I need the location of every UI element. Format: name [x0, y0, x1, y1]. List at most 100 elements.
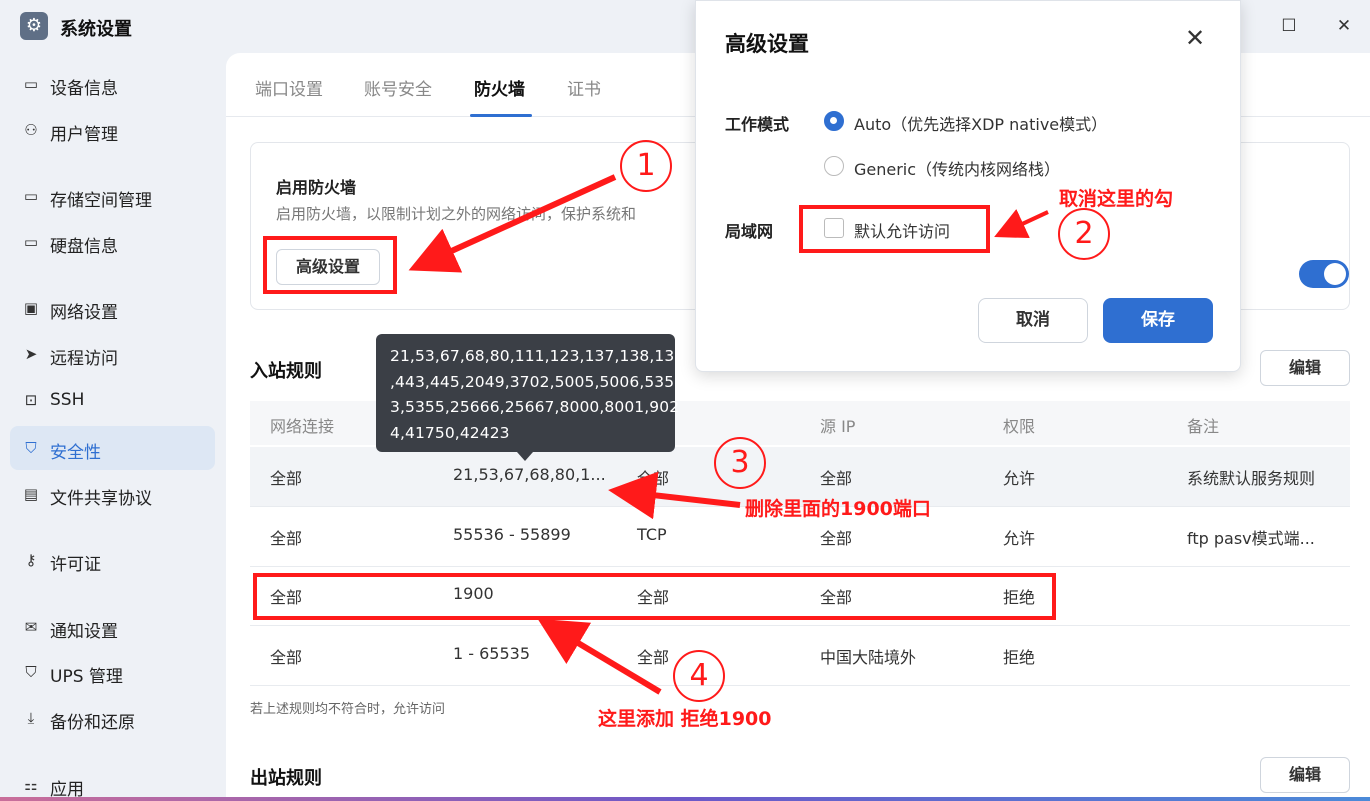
cell-protocol: 全部	[637, 469, 670, 488]
system-settings-window: ⚙ 系统设置 ☐ ✕ ▭ 设备信息 ⚇ 用户管理 ▭ 存储空间管理 ▭ 硬盘信息…	[0, 0, 1370, 801]
close-window-icon[interactable]: ✕	[1330, 12, 1358, 40]
col-permission: 权限	[1003, 417, 1036, 436]
send-icon: ➤	[24, 345, 38, 363]
cell-port: 55536 - 55899	[453, 525, 571, 544]
sidebar-item-device-info[interactable]: ▭ 设备信息	[10, 62, 215, 106]
sidebar-item-disk[interactable]: ▭ 硬盘信息	[10, 220, 215, 264]
sidebar-item-security[interactable]: ⛉ 安全性	[10, 426, 215, 470]
tab-port-settings[interactable]: 端口设置	[255, 75, 323, 100]
cell-protocol: TCP	[637, 525, 667, 544]
maximize-icon[interactable]: ☐	[1275, 12, 1303, 40]
gear-icon: ⚙	[20, 12, 48, 40]
cell-port: 21,53,67,68,80,1...	[453, 465, 606, 484]
cancel-button[interactable]: 取消	[978, 298, 1088, 343]
work-mode-label: 工作模式	[725, 115, 790, 134]
cell-source: 全部	[820, 529, 853, 548]
sidebar-item-file-sharing[interactable]: ▤ 文件共享协议	[10, 472, 215, 516]
firewall-toggle[interactable]	[1299, 260, 1349, 288]
document-icon: ▤	[23, 485, 39, 503]
sidebar: ▭ 设备信息 ⚇ 用户管理 ▭ 存储空间管理 ▭ 硬盘信息 ▣ 网络设置 ➤ 远…	[0, 60, 225, 801]
network-icon: ▣	[23, 299, 39, 317]
cell-note: ftp pasv模式端...	[1187, 529, 1315, 548]
tab-active-indicator	[470, 114, 532, 117]
sidebar-item-label: 设备信息	[50, 79, 118, 99]
cell-source: 中国大陆境外	[820, 648, 917, 667]
annotation-number: 3	[714, 437, 766, 489]
lan-label: 局域网	[725, 222, 774, 241]
inbound-rules-title: 入站规则	[250, 361, 322, 382]
cell-protocol: 全部	[637, 648, 670, 667]
cell-network: 全部	[270, 469, 303, 488]
sidebar-item-label: 存储空间管理	[50, 191, 152, 211]
annotation-number: 2	[1058, 208, 1110, 260]
sidebar-item-label: 用户管理	[50, 125, 118, 145]
tooltip-line: 4,41750,42423	[390, 423, 510, 442]
close-icon[interactable]: ✕	[1180, 23, 1210, 53]
annotation-box-lan-checkbox	[799, 205, 990, 253]
annotation-number: 4	[673, 650, 725, 702]
annotation-box-row-1900	[253, 573, 1056, 620]
col-note: 备注	[1187, 417, 1220, 436]
firewall-title: 启用防火墙	[276, 178, 357, 197]
tab-certificate[interactable]: 证书	[567, 75, 601, 100]
sidebar-item-ups[interactable]: ⛉ UPS 管理	[10, 650, 215, 694]
outbound-edit-button[interactable]: 编辑	[1260, 757, 1350, 793]
cell-network: 全部	[270, 529, 303, 548]
table-row[interactable]: 全部 1 - 65535 全部 中国大陆境外 拒绝	[250, 626, 1350, 686]
sidebar-item-users[interactable]: ⚇ 用户管理	[10, 108, 215, 152]
storage-icon: ▭	[23, 187, 39, 205]
tooltip-line: 21,53,67,68,80,111,123,137,138,139	[390, 347, 685, 365]
option-auto-label[interactable]: Auto（优先选择XDP native模式）	[854, 111, 1107, 135]
annotation-note: 这里添加 拒绝1900	[598, 708, 772, 730]
app-title: 系统设置	[60, 19, 132, 40]
sidebar-item-license[interactable]: ⚷ 许可证	[10, 538, 215, 582]
sidebar-item-storage[interactable]: ▭ 存储空间管理	[10, 174, 215, 218]
mail-icon: ✉	[24, 618, 38, 636]
hard-drive-icon: ▭	[23, 75, 39, 93]
sidebar-item-remote[interactable]: ➤ 远程访问	[10, 332, 215, 376]
cell-note: 系统默认服务规则	[1187, 469, 1316, 488]
sidebar-item-label: 备份和还原	[50, 713, 135, 733]
sidebar-item-label: 文件共享协议	[50, 489, 152, 509]
sidebar-item-backup[interactable]: ⤓ 备份和还原	[10, 696, 215, 740]
key-icon: ⚷	[25, 551, 37, 569]
backup-icon: ⤓	[27, 709, 35, 727]
cell-port: 1 - 65535	[453, 644, 531, 663]
col-source-ip: 源 IP	[820, 417, 856, 436]
firewall-description: 启用防火墙，以限制计划之外的网络访问，保护系统和	[276, 205, 637, 223]
users-icon: ⚇	[24, 121, 38, 139]
inbound-edit-button[interactable]: 编辑	[1260, 350, 1350, 386]
cell-source: 全部	[820, 469, 853, 488]
default-rule-note: 若上述规则均不符合时，允许访问	[250, 702, 446, 717]
save-button[interactable]: 保存	[1103, 298, 1213, 343]
sidebar-item-ssh[interactable]: ⊡ SSH	[10, 378, 215, 422]
sidebar-item-label: 硬盘信息	[50, 237, 118, 257]
tab-account-security[interactable]: 账号安全	[364, 75, 432, 100]
terminal-icon: ⊡	[24, 391, 38, 409]
tooltip-arrow	[517, 452, 533, 461]
radio-generic[interactable]	[824, 156, 844, 176]
tooltip-line: 3,5355,25666,25667,8000,8001,902	[390, 398, 680, 416]
radio-auto[interactable]	[824, 111, 844, 131]
annotation-note: 删除里面的1900端口	[745, 498, 931, 520]
ports-tooltip: 21,53,67,68,80,111,123,137,138,139 ,443,…	[376, 334, 685, 452]
sidebar-item-label: 远程访问	[50, 349, 118, 369]
disk-icon: ▭	[23, 233, 39, 251]
sidebar-item-notifications[interactable]: ✉ 通知设置	[10, 605, 215, 649]
apps-icon: ⚏	[24, 776, 38, 794]
sidebar-item-label: UPS 管理	[50, 667, 123, 687]
cell-permission: 允许	[1003, 469, 1036, 488]
toggle-knob	[1324, 263, 1346, 285]
sidebar-item-label: SSH	[50, 390, 85, 410]
sidebar-item-apps[interactable]: ⚏ 应用	[10, 763, 215, 801]
tab-firewall[interactable]: 防火墙	[474, 75, 525, 100]
sidebar-item-label: 通知设置	[50, 622, 118, 642]
option-generic-label[interactable]: Generic（传统内核网络栈）	[854, 156, 1060, 180]
ups-icon: ⛉	[25, 663, 37, 681]
cell-permission: 允许	[1003, 529, 1036, 548]
sidebar-item-label: 许可证	[50, 555, 101, 575]
sidebar-item-network[interactable]: ▣ 网络设置	[10, 286, 215, 330]
sidebar-item-label: 安全性	[50, 443, 101, 463]
col-network: 网络连接	[270, 417, 335, 436]
annotation-box-advanced	[263, 236, 397, 294]
